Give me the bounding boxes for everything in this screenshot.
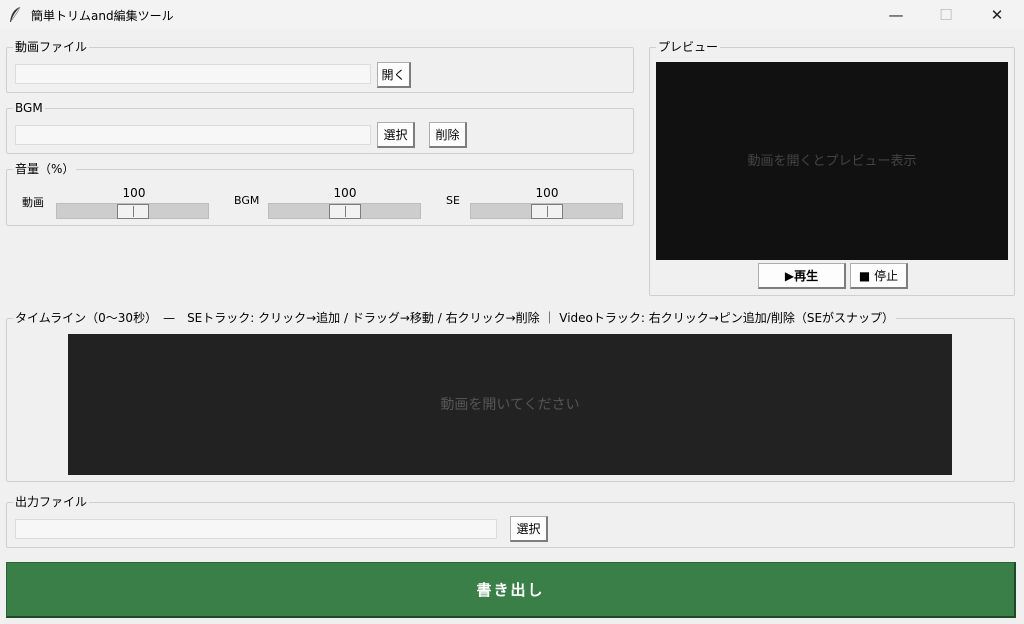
- timeline-message: 動画を開いてください: [440, 397, 580, 413]
- se-volume-slider[interactable]: [470, 203, 623, 219]
- video-file-group: 動画ファイル 開く: [6, 39, 634, 93]
- bgm-volume-value: 100: [333, 186, 357, 200]
- video-volume-slider-thumb[interactable]: [117, 204, 149, 219]
- se-volume-value: 100: [535, 186, 559, 200]
- bgm-volume-label: BGM: [234, 194, 260, 207]
- volume-legend: 音量（%）: [13, 161, 77, 177]
- output-file-legend: 出力ファイル: [13, 494, 90, 510]
- bgm-legend: BGM: [13, 100, 45, 116]
- minimize-button[interactable]: —: [873, 0, 919, 30]
- window-title: 簡単トリムand編集ツール: [31, 9, 174, 23]
- preview-canvas: 動画を開くとプレビュー表示: [656, 62, 1008, 260]
- timeline-legend: タイムライン（0〜30秒） — SEトラック: クリック→追加 / ドラッグ→移…: [13, 310, 897, 326]
- export-label: 書き出し: [476, 581, 545, 599]
- select-output-label: 選択: [516, 522, 541, 536]
- play-label: ▶再生: [784, 269, 819, 283]
- title-bar: 簡単トリムand編集ツール — ☐ ✕: [0, 0, 1024, 30]
- video-file-legend: 動画ファイル: [13, 39, 90, 55]
- select-bgm-label: 選択: [383, 128, 408, 142]
- se-volume-label: SE: [446, 194, 460, 207]
- minimize-icon: —: [888, 6, 904, 24]
- video-volume-label: 動画: [22, 196, 44, 209]
- video-file-path-input[interactable]: [15, 64, 371, 84]
- open-video-button[interactable]: 開く: [377, 62, 411, 88]
- select-bgm-button[interactable]: 選択: [377, 122, 415, 148]
- maximize-button[interactable]: ☐: [923, 0, 969, 30]
- close-icon: ✕: [990, 6, 1004, 24]
- stop-label: ■ 停止: [858, 269, 899, 283]
- video-volume-slider[interactable]: [56, 203, 209, 219]
- bgm-path-input[interactable]: [15, 125, 371, 145]
- maximize-icon: ☐: [939, 6, 953, 24]
- video-volume-value: 100: [122, 186, 146, 200]
- export-button[interactable]: 書き出し: [6, 562, 1016, 618]
- bgm-volume-slider-thumb[interactable]: [329, 204, 361, 219]
- play-button[interactable]: ▶再生: [758, 263, 846, 289]
- delete-bgm-label: 削除: [435, 128, 460, 142]
- timeline-canvas[interactable]: 動画を開いてください: [68, 334, 952, 475]
- output-file-group: 出力ファイル 選択: [6, 494, 1015, 548]
- se-volume-slider-thumb[interactable]: [531, 204, 563, 219]
- output-path-input[interactable]: [15, 519, 497, 539]
- close-button[interactable]: ✕: [974, 0, 1020, 30]
- stop-button[interactable]: ■ 停止: [850, 263, 908, 289]
- volume-group: 音量（%） 動画 100 BGM 100 SE 100: [6, 161, 634, 226]
- feather-icon: [8, 6, 22, 24]
- bgm-volume-slider[interactable]: [268, 203, 421, 219]
- bgm-group: BGM 選択 削除: [6, 100, 634, 154]
- select-output-button[interactable]: 選択: [510, 516, 548, 542]
- preview-message: 動画を開くとプレビュー表示: [747, 154, 917, 169]
- open-video-label: 開く: [381, 68, 406, 82]
- preview-legend: プレビュー: [656, 39, 721, 55]
- delete-bgm-button[interactable]: 削除: [429, 122, 467, 148]
